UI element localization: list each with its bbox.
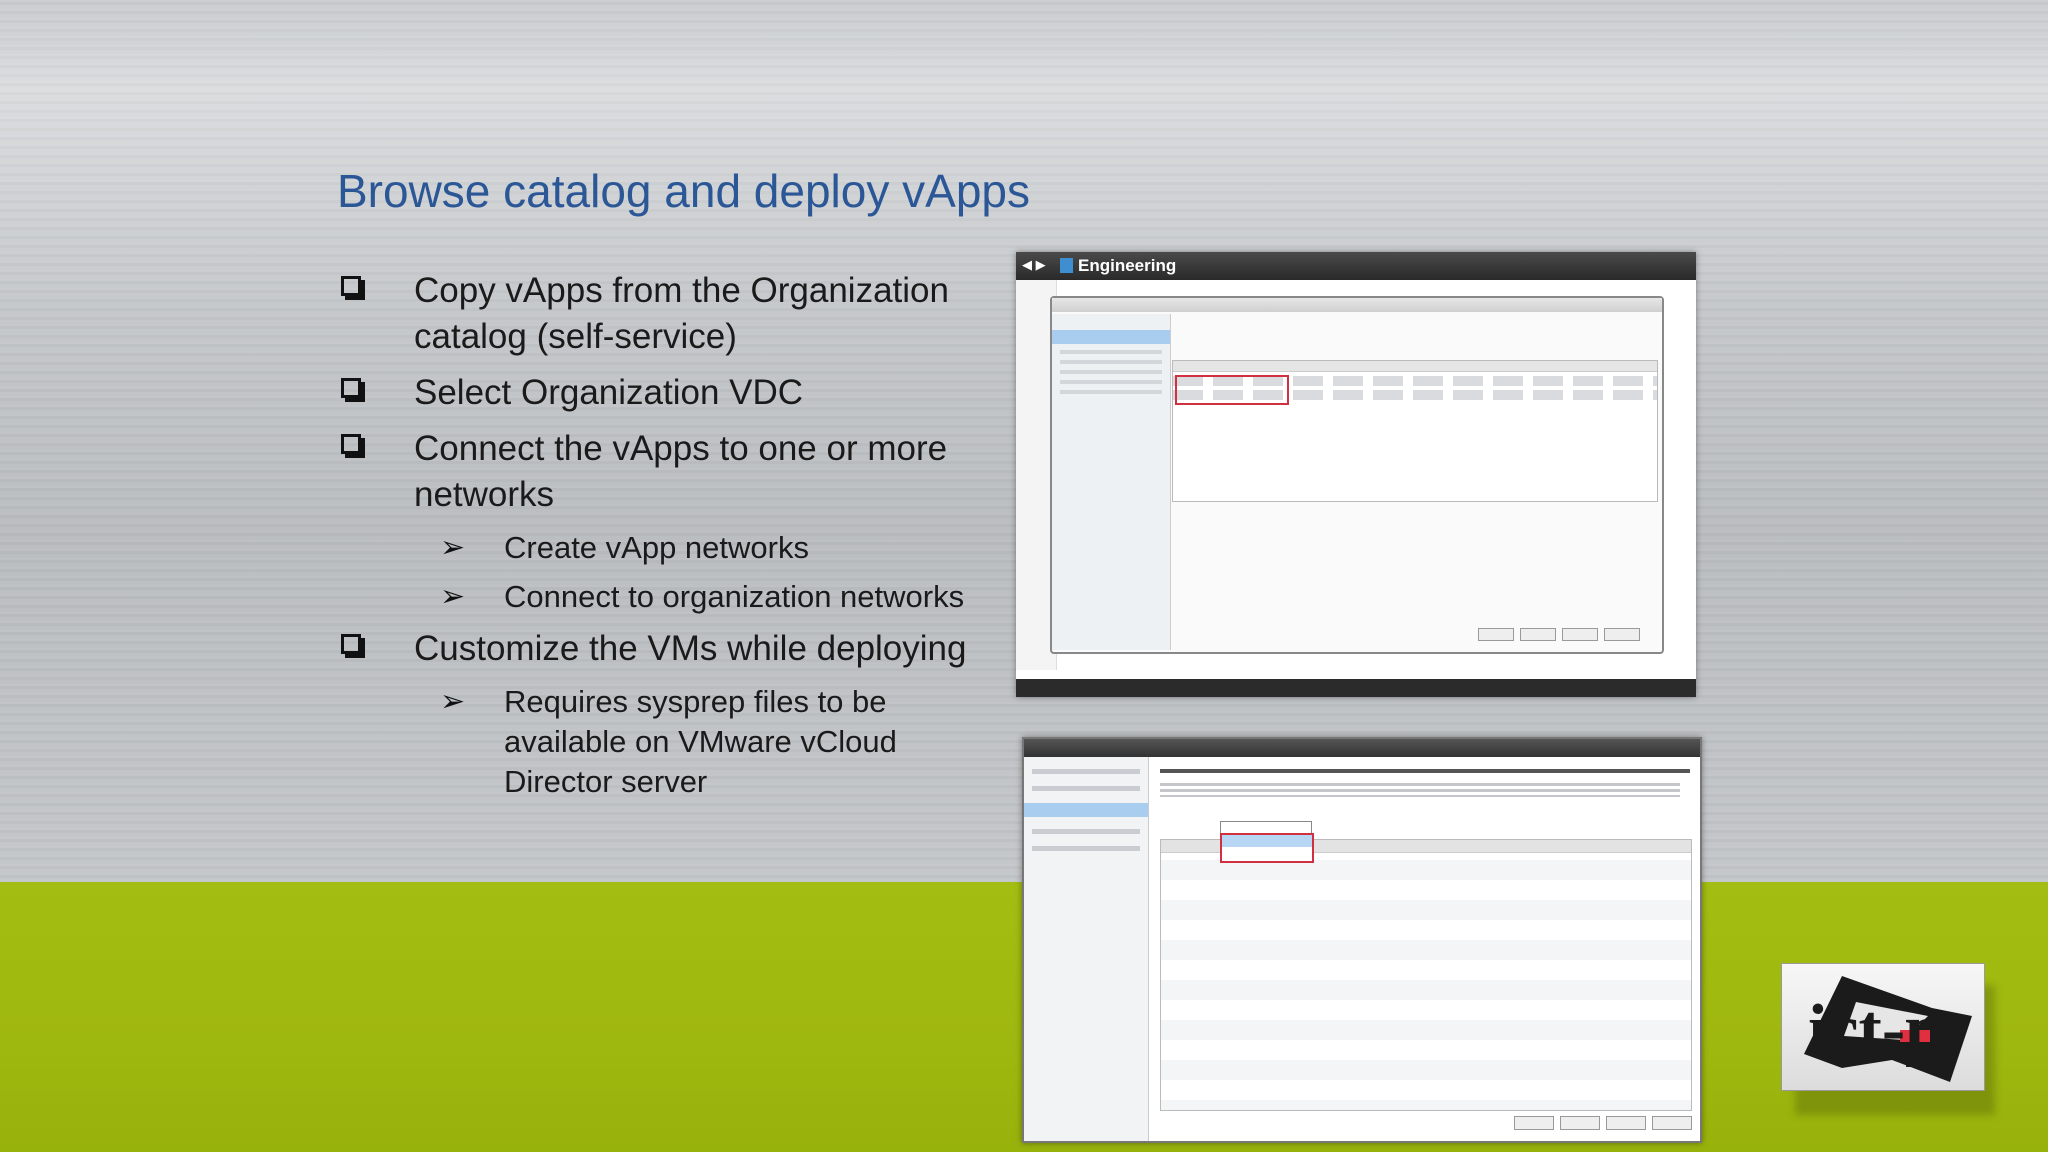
- vm-table: [1160, 839, 1692, 1111]
- bullet-list: Copy vApps from the Organization catalog…: [337, 268, 997, 811]
- sub-bullet-text: Create vApp networks: [504, 530, 809, 565]
- ict-p-logo: ict-p: [1781, 963, 1985, 1091]
- wizard-step: [1060, 390, 1162, 394]
- slide-title: Browse catalog and deploy vApps: [337, 165, 1030, 217]
- bullet-item: Copy vApps from the Organization catalog…: [337, 268, 997, 360]
- wizard-step: [1032, 769, 1140, 774]
- next-button: [1520, 628, 1556, 641]
- nav-arrows-icon: ◀ ▶: [1022, 257, 1046, 272]
- sub-bullet-item: ➢ Connect to organization networks: [337, 577, 997, 617]
- checkbox-bullet-icon: [341, 276, 365, 300]
- wizard-step: [1032, 846, 1140, 851]
- arrow-bullet-icon: ➢: [440, 580, 466, 613]
- dialog-buttons: [1508, 1116, 1692, 1135]
- wizard-steps: [1052, 314, 1171, 650]
- next-button: [1560, 1116, 1600, 1130]
- bullet-text: Customize the VMs while deploying: [414, 629, 967, 668]
- bullet-item: Select Organization VDC: [337, 370, 997, 416]
- sub-bullet-text: Requires sysprep files to be available o…: [504, 684, 897, 799]
- template-grid: [1172, 360, 1658, 502]
- wizard-step: [1060, 380, 1162, 384]
- add-vapp-dialog: [1050, 296, 1664, 654]
- wizard-step: [1060, 350, 1162, 354]
- ict-p-logo-icon: ict-p: [1804, 976, 1972, 1082]
- section-heading: [1160, 769, 1690, 773]
- wizard-step-selected: [1052, 330, 1170, 344]
- wizard-step: [1060, 360, 1162, 364]
- selection-highlight: [1175, 375, 1289, 405]
- vcloud-catalog-screenshot: ◀ ▶ Engineering: [1016, 252, 1696, 697]
- configure-vm-screenshot: [1022, 737, 1702, 1143]
- finish-button: [1606, 1116, 1646, 1130]
- dialog-title-bar: [1052, 298, 1662, 312]
- checkbox-bullet-icon: [341, 434, 365, 458]
- dialog-title-bar: [1024, 739, 1700, 757]
- wizard-step: [1060, 370, 1162, 374]
- app-top-bar: ◀ ▶ Engineering: [1016, 252, 1696, 280]
- app-status-bar: [1016, 679, 1696, 697]
- dropdown-option-selected: [1222, 835, 1312, 847]
- vcloud-logo-icon: [1060, 258, 1073, 273]
- back-button: [1478, 628, 1514, 641]
- cancel-button: [1604, 628, 1640, 641]
- bullet-text: Select Organization VDC: [414, 373, 804, 412]
- checkbox-bullet-icon: [341, 634, 365, 658]
- back-button: [1514, 1116, 1554, 1130]
- cancel-button: [1652, 1116, 1692, 1130]
- bullet-text: Copy vApps from the Organization catalog…: [414, 271, 949, 356]
- bullet-text: Connect the vApps to one or more network…: [414, 429, 948, 514]
- wizard-step: [1032, 786, 1140, 791]
- grid-header: [1173, 361, 1657, 372]
- vdc-dropdown-options: [1220, 833, 1314, 863]
- arrow-bullet-icon: ➢: [440, 531, 466, 564]
- dialog-buttons: [1472, 628, 1640, 646]
- app-title: Engineering: [1078, 256, 1177, 275]
- wizard-step-selected: [1024, 803, 1148, 817]
- sub-bullet-text: Connect to organization networks: [504, 579, 965, 614]
- bullet-item: Connect the vApps to one or more network…: [337, 426, 997, 518]
- sub-bullet-item: ➢ Requires sysprep files to be available…: [337, 682, 924, 802]
- wizard-step: [1032, 829, 1140, 834]
- wizard-steps: [1024, 757, 1149, 1141]
- sub-bullet-item: ➢ Create vApp networks: [337, 528, 997, 568]
- logo-text: ict-p: [1808, 991, 1944, 1068]
- finish-button: [1562, 628, 1598, 641]
- checkbox-bullet-icon: [341, 378, 365, 402]
- section-description: [1160, 783, 1680, 797]
- arrow-bullet-icon: ➢: [440, 685, 466, 718]
- bullet-item: Customize the VMs while deploying: [337, 626, 997, 672]
